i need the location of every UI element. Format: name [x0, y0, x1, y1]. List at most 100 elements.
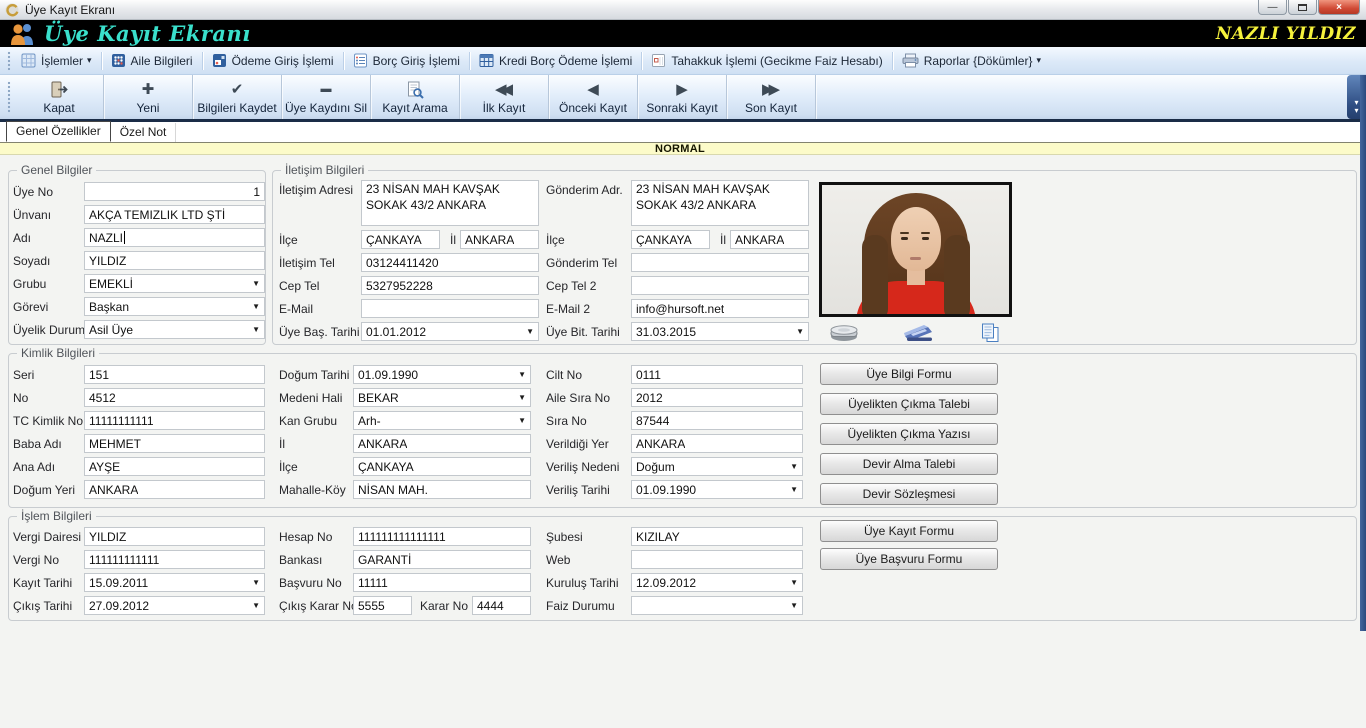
- menu-odeme-giris[interactable]: Ödeme Giriş İşlemi: [206, 50, 340, 72]
- uye-kayit-formu-button[interactable]: Üye Kayıt Formu: [820, 520, 998, 542]
- text-cursor: [124, 231, 126, 244]
- dogum-yeri-field[interactable]: ANKARA: [84, 480, 265, 499]
- faiz-durumu-dropdown[interactable]: ▼: [631, 596, 803, 615]
- devir-alma-talebi-button[interactable]: Devir Alma Talebi: [820, 453, 998, 475]
- field-label: İletişim Adresi: [279, 183, 354, 197]
- iletisim-tel-field[interactable]: 03124411420: [361, 253, 539, 272]
- toolbar-grip[interactable]: [7, 50, 11, 71]
- field-label: Web: [546, 552, 571, 567]
- uye-bilgi-formu-button[interactable]: Üye Bilgi Formu: [820, 363, 998, 385]
- minimize-button[interactable]: —: [1258, 0, 1287, 15]
- ilce-field[interactable]: ÇANKAYA: [361, 230, 440, 249]
- photo-face: [891, 207, 941, 271]
- tab-ozel-not[interactable]: Özel Not: [111, 123, 177, 142]
- maximize-button[interactable]: [1288, 0, 1317, 15]
- gonderim-ilce-field[interactable]: ÇANKAYA: [631, 230, 710, 249]
- uyelik-durumu-dropdown[interactable]: Asil Üye ▼: [84, 320, 265, 339]
- uyelikten-cikma-yazisi-button[interactable]: Üyelikten Çıkma Yazısı: [820, 423, 998, 445]
- vergi-no-field[interactable]: 111111111111: [84, 550, 265, 569]
- field-label: Seri: [13, 367, 35, 382]
- cep-tel-2-field[interactable]: [631, 276, 809, 295]
- kimlik-ilce-field[interactable]: ÇANKAYA: [353, 457, 531, 476]
- menu-kredi-borc-odeme[interactable]: Kredi Borç Ödeme İşlemi: [473, 50, 638, 72]
- iletisim-adresi-field[interactable]: 23 NİSAN MAH KAVŞAK SOKAK 43/2 ANKARA: [361, 180, 539, 226]
- kimlik-il-field[interactable]: ANKARA: [353, 434, 531, 453]
- cep-tel-field[interactable]: 5327952228: [361, 276, 539, 295]
- medeni-hali-dropdown[interactable]: BEKAR ▼: [353, 388, 531, 407]
- toolbar-grip[interactable]: [7, 81, 11, 113]
- kapat-button[interactable]: Kapat: [15, 75, 104, 119]
- disk-icon[interactable]: [829, 324, 859, 347]
- menu-item-label: Borç Giriş İşlemi: [372, 53, 460, 68]
- uye-bas-tarihi-dropdown[interactable]: 01.01.2012 ▼: [361, 322, 539, 341]
- dogum-tarihi-dropdown[interactable]: 01.09.1990 ▼: [353, 365, 531, 384]
- close-button[interactable]: ×: [1318, 0, 1360, 15]
- cikis-karar-no-field[interactable]: 5555: [353, 596, 412, 615]
- last-record-icon: ▶▶: [761, 81, 780, 98]
- scanner-icon[interactable]: [903, 324, 935, 348]
- gonderim-il-field[interactable]: ANKARA: [730, 230, 809, 249]
- seri-field[interactable]: 151: [84, 365, 265, 384]
- karar-no-field[interactable]: 4444: [472, 596, 531, 615]
- uyelikten-cikma-talebi-button[interactable]: Üyelikten Çıkma Talebi: [820, 393, 998, 415]
- cilt-no-field[interactable]: 0111: [631, 365, 803, 384]
- app-header: Üye Kayıt Ekranı NAZLI YILDIZ: [0, 20, 1366, 47]
- grubu-dropdown[interactable]: EMEKLİ ▼: [84, 274, 265, 293]
- menu-borc-giris[interactable]: Borç Giriş İşlemi: [347, 50, 466, 72]
- bankasi-field[interactable]: GARANTİ: [353, 550, 531, 569]
- uye-basvuru-formu-button[interactable]: Üye Başvuru Formu: [820, 548, 998, 570]
- tab-genel-ozellikler[interactable]: Genel Özellikler: [6, 121, 111, 142]
- field-label: Ünvanı: [13, 207, 52, 222]
- adi-field[interactable]: NAZLI: [84, 228, 265, 247]
- dropdown-arrow-icon: ▼: [790, 578, 798, 587]
- ilk-kayit-button[interactable]: ◀◀ İlk Kayıt: [460, 75, 549, 119]
- il-field[interactable]: ANKARA: [460, 230, 539, 249]
- toolbar-button-label: Bilgileri Kaydet: [197, 100, 277, 115]
- son-kayit-button[interactable]: ▶▶ Son Kayıt: [727, 75, 816, 119]
- devir-sozlesmesi-button[interactable]: Devir Sözleşmesi: [820, 483, 998, 505]
- menu-islemler[interactable]: İşlemler ▾: [15, 50, 98, 72]
- sonraki-kayit-button[interactable]: ▶ Sonraki Kayıt: [638, 75, 727, 119]
- uye-no-field[interactable]: 1: [84, 182, 265, 201]
- menu-aile-bilgileri[interactable]: Aile Bilgileri: [105, 50, 199, 72]
- basvuru-no-field[interactable]: 11111: [353, 573, 531, 592]
- ana-adi-field[interactable]: AYŞE: [84, 457, 265, 476]
- aile-sira-no-field[interactable]: 2012: [631, 388, 803, 407]
- no-field[interactable]: 4512: [84, 388, 265, 407]
- field-label: İl: [279, 436, 285, 451]
- subesi-field[interactable]: KIZILAY: [631, 527, 803, 546]
- verildigi-yer-field[interactable]: ANKARA: [631, 434, 803, 453]
- cikis-tarihi-dropdown[interactable]: 27.09.2012 ▼: [84, 596, 265, 615]
- baba-adi-field[interactable]: MEHMET: [84, 434, 265, 453]
- hesap-no-field[interactable]: 111111111111111: [353, 527, 531, 546]
- email-2-field[interactable]: info@hursoft.net: [631, 299, 809, 318]
- gonderim-tel-field[interactable]: [631, 253, 809, 272]
- uye-bit-tarihi-dropdown[interactable]: 31.03.2015 ▼: [631, 322, 809, 341]
- tc-kimlik-no-field[interactable]: 11111111111: [84, 411, 265, 430]
- kayit-tarihi-dropdown[interactable]: 15.09.2011 ▼: [84, 573, 265, 592]
- email-field[interactable]: [361, 299, 539, 318]
- kurulus-tarihi-dropdown[interactable]: 12.09.2012 ▼: [631, 573, 803, 592]
- yeni-button[interactable]: ✚ Yeni: [104, 75, 193, 119]
- verilis-tarihi-dropdown[interactable]: 01.09.1990 ▼: [631, 480, 803, 499]
- sira-no-field[interactable]: 87544: [631, 411, 803, 430]
- gonderim-adresi-field[interactable]: 23 NİSAN MAH KAVŞAK SOKAK 43/2 ANKARA: [631, 180, 809, 226]
- kayit-arama-button[interactable]: Kayıt Arama: [371, 75, 460, 119]
- verilis-nedeni-dropdown[interactable]: Doğum ▼: [631, 457, 803, 476]
- menu-tahakkuk[interactable]: Tahakkuk İşlemi (Gecikme Faiz Hesabı): [645, 50, 888, 72]
- field-label: Çıkış Tarihi: [13, 598, 73, 613]
- gorevi-dropdown[interactable]: Başkan ▼: [84, 297, 265, 316]
- kan-grubu-dropdown[interactable]: Arh- ▼: [353, 411, 531, 430]
- vergi-dairesi-field[interactable]: YILDIZ: [84, 527, 265, 546]
- menu-raporlar[interactable]: Raporlar {Dökümler} ▾: [896, 50, 1047, 72]
- menu-separator: [891, 51, 893, 70]
- bilgileri-kaydet-button[interactable]: ✔ Bilgileri Kaydet: [193, 75, 282, 119]
- web-field[interactable]: [631, 550, 803, 569]
- uye-kaydini-sil-button[interactable]: ▬ Üye Kaydını Sil: [282, 75, 371, 119]
- mahalle-koy-field[interactable]: NİSAN MAH.: [353, 480, 531, 499]
- soyadi-field[interactable]: YILDIZ: [84, 251, 265, 270]
- printer-icon: [902, 53, 919, 68]
- copy-icon[interactable]: [979, 323, 1002, 348]
- onceki-kayit-button[interactable]: ◀ Önceki Kayıt: [549, 75, 638, 119]
- unvani-field[interactable]: AKÇA TEMIZLIK LTD ŞTİ: [84, 205, 265, 224]
